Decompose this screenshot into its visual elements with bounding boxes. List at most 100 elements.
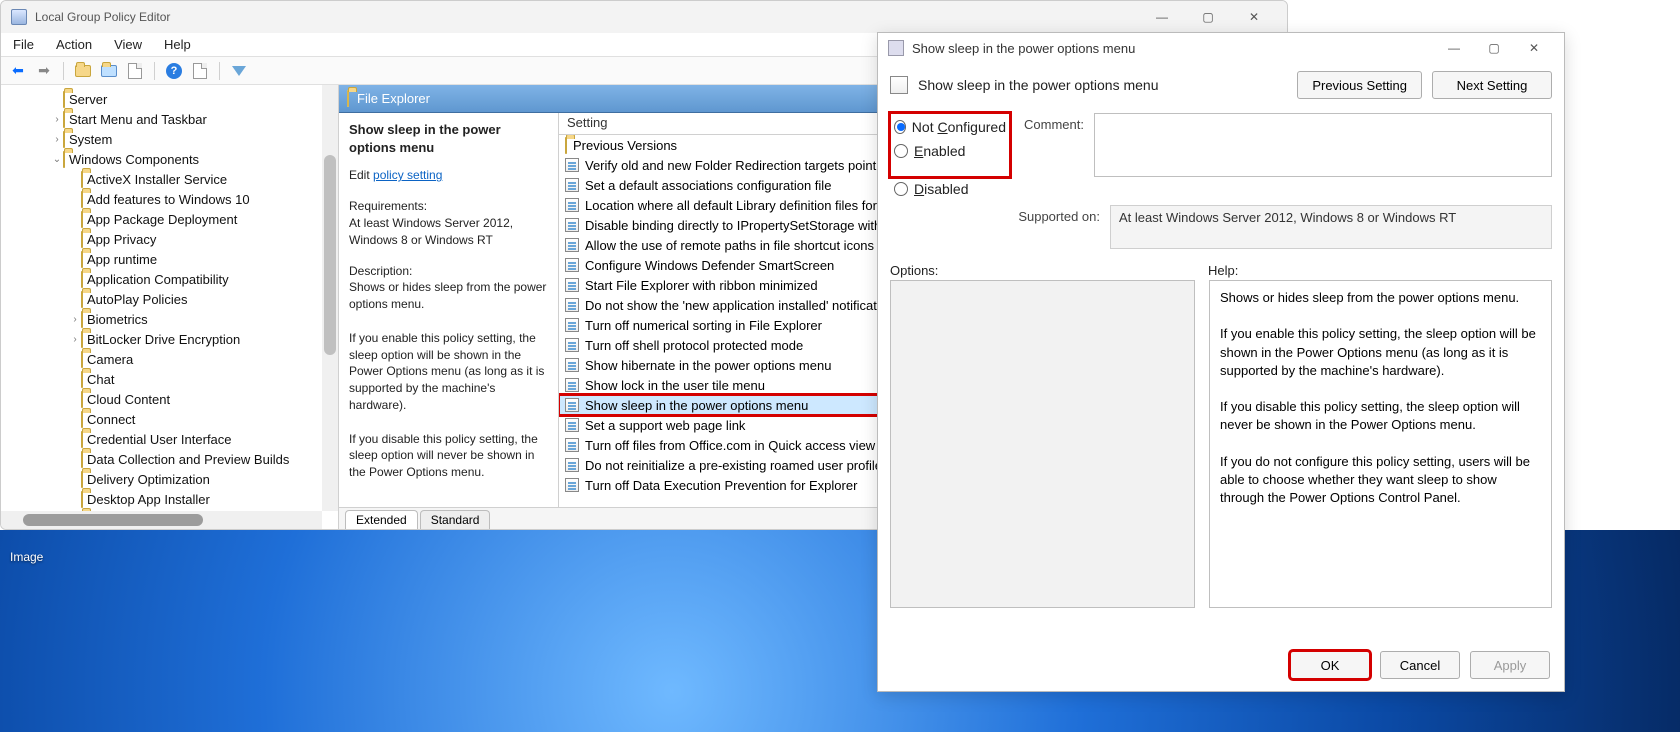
close-button[interactable]: ✕ xyxy=(1231,3,1277,31)
tree-item[interactable]: App Privacy xyxy=(11,229,338,249)
app-icon xyxy=(11,9,27,25)
policy-icon xyxy=(890,76,908,94)
policy-icon xyxy=(565,318,579,332)
help-pane: Shows or hides sleep from the power opti… xyxy=(1209,280,1552,608)
expand-caret[interactable]: › xyxy=(69,334,81,345)
expand-caret[interactable]: › xyxy=(51,114,63,125)
policy-icon xyxy=(565,178,579,192)
tree-item[interactable]: Delivery Optimization xyxy=(11,469,338,489)
cancel-button[interactable]: Cancel xyxy=(1380,651,1460,679)
folder-icon xyxy=(63,152,65,167)
folder-icon xyxy=(63,92,65,107)
comment-textarea[interactable] xyxy=(1094,113,1552,177)
forward-button[interactable]: ➡ xyxy=(33,60,55,82)
tree-item-label: ActiveX Installer Service xyxy=(87,172,227,187)
description-label: Description: xyxy=(349,263,548,280)
tree-item[interactable]: ActiveX Installer Service xyxy=(11,169,338,189)
next-setting-button[interactable]: Next Setting xyxy=(1432,71,1552,99)
tree-item[interactable]: Cloud Content xyxy=(11,389,338,409)
minimize-button[interactable]: — xyxy=(1139,3,1185,31)
tree-vthumb[interactable] xyxy=(324,155,336,355)
folder-icon xyxy=(81,212,83,227)
tree-item[interactable]: Data Collection and Preview Builds xyxy=(11,449,338,469)
policy-icon xyxy=(565,438,579,452)
maximize-button[interactable]: ▢ xyxy=(1185,3,1231,31)
help-button[interactable]: ? xyxy=(163,60,185,82)
tree-item[interactable]: Connect xyxy=(11,409,338,429)
policy-icon xyxy=(565,278,579,292)
separator xyxy=(63,62,64,80)
tree-item-label: Chat xyxy=(87,372,114,387)
list-item-label: Start File Explorer with ribbon minimize… xyxy=(585,278,818,293)
show-tree-button[interactable] xyxy=(98,60,120,82)
list-item-label: Set a support web page link xyxy=(585,418,745,433)
filter-button[interactable] xyxy=(228,60,250,82)
back-button[interactable]: ⬅ xyxy=(7,60,29,82)
expand-caret[interactable]: › xyxy=(51,134,63,145)
list-item-label: Show sleep in the power options menu xyxy=(585,398,808,413)
expand-caret[interactable]: › xyxy=(69,314,81,325)
tree-item[interactable]: Application Compatibility xyxy=(11,269,338,289)
tree-item[interactable]: ⌄Windows Components xyxy=(11,149,338,169)
policy-icon xyxy=(565,338,579,352)
tree-item-label: Credential User Interface xyxy=(87,432,232,447)
folder-icon xyxy=(81,492,83,507)
radio-enabled[interactable]: Enabled xyxy=(894,139,1006,163)
apply-button[interactable]: Apply xyxy=(1470,651,1550,679)
policy-icon xyxy=(565,158,579,172)
tree-item-label: App runtime xyxy=(87,252,157,267)
tree-item[interactable]: ›Start Menu and Taskbar xyxy=(11,109,338,129)
folder-icon xyxy=(81,372,83,387)
tree-item[interactable]: Add features to Windows 10 xyxy=(11,189,338,209)
menu-action[interactable]: Action xyxy=(52,35,96,54)
tree-item[interactable]: Credential User Interface xyxy=(11,429,338,449)
dialog-titlebar[interactable]: Show sleep in the power options menu — ▢… xyxy=(878,33,1564,63)
tree-hthumb[interactable] xyxy=(23,514,203,526)
export-button[interactable] xyxy=(124,60,146,82)
previous-setting-button[interactable]: Previous Setting xyxy=(1297,71,1422,99)
tree-item[interactable]: Desktop App Installer xyxy=(11,489,338,509)
tree-item[interactable]: ›System xyxy=(11,129,338,149)
tree-item-label: App Package Deployment xyxy=(87,212,237,227)
tree-item[interactable]: App runtime xyxy=(11,249,338,269)
dialog-maximize[interactable]: ▢ xyxy=(1474,35,1514,61)
radio-disabled[interactable]: Disabled xyxy=(894,177,1552,201)
tab-standard[interactable]: Standard xyxy=(420,510,491,529)
tree-item-label: Desktop App Installer xyxy=(87,492,210,507)
properties-button[interactable] xyxy=(189,60,211,82)
tab-extended[interactable]: Extended xyxy=(345,510,418,529)
edit-policy-link[interactable]: policy setting xyxy=(373,168,442,182)
folder-icon xyxy=(81,192,83,207)
menu-help[interactable]: Help xyxy=(160,35,195,54)
ok-button[interactable]: OK xyxy=(1290,651,1370,679)
folder-icon xyxy=(81,312,83,327)
tree-item[interactable]: Chat xyxy=(11,369,338,389)
radio-icon xyxy=(894,120,906,134)
tree-item[interactable]: ›Biometrics xyxy=(11,309,338,329)
dialog-minimize[interactable]: — xyxy=(1434,35,1474,61)
tree-item[interactable]: ›BitLocker Drive Encryption xyxy=(11,329,338,349)
menu-view[interactable]: View xyxy=(110,35,146,54)
list-item-label: Verify old and new Folder Redirection ta… xyxy=(585,158,898,173)
up-button[interactable] xyxy=(72,60,94,82)
dialog-policy-name: Show sleep in the power options menu xyxy=(918,77,1287,93)
tree-item[interactable]: AutoPlay Policies xyxy=(11,289,338,309)
list-item-label: Do not show the 'new application install… xyxy=(585,298,894,313)
app-title: Local Group Policy Editor xyxy=(35,10,1139,24)
tree-item[interactable]: App Package Deployment xyxy=(11,209,338,229)
menu-file[interactable]: File xyxy=(9,35,38,54)
list-item-label: Show lock in the user tile menu xyxy=(585,378,765,393)
expand-caret[interactable]: ⌄ xyxy=(51,154,63,165)
tree-item[interactable]: Camera xyxy=(11,349,338,369)
radio-not-configured[interactable]: Not Configured xyxy=(894,115,1006,139)
folder-icon xyxy=(347,90,349,107)
tree-item-label: App Privacy xyxy=(87,232,156,247)
folder-icon xyxy=(81,412,83,427)
tree-item-label: Camera xyxy=(87,352,133,367)
tree-item[interactable]: Server xyxy=(11,89,338,109)
titlebar[interactable]: Local Group Policy Editor — ▢ ✕ xyxy=(1,1,1287,33)
dialog-close[interactable]: ✕ xyxy=(1514,35,1554,61)
tree-hscrollbar[interactable] xyxy=(1,511,322,529)
tree-vscrollbar[interactable] xyxy=(322,85,338,511)
list-item-label: Allow the use of remote paths in file sh… xyxy=(585,238,874,253)
